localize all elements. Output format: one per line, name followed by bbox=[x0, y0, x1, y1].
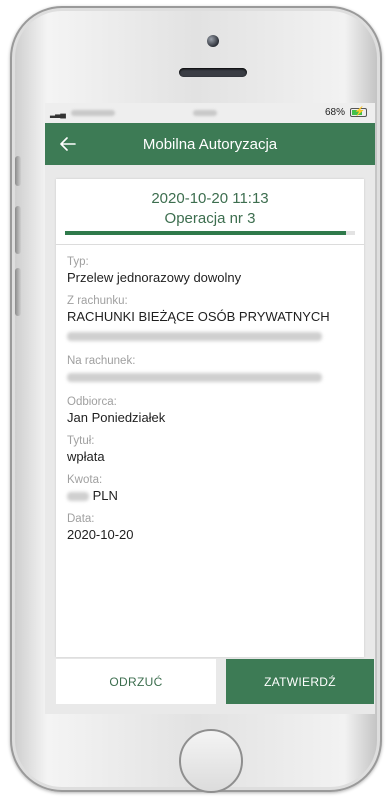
volume-down-button bbox=[15, 268, 21, 316]
volume-up-button bbox=[15, 206, 21, 254]
home-button[interactable] bbox=[179, 729, 243, 793]
operation-details: Typ: Przelew jednorazowy dowolny Z rachu… bbox=[56, 245, 364, 543]
title-label: Tytuł: bbox=[67, 435, 95, 447]
status-bar: ▂▃▄ 68% ⚡ bbox=[45, 103, 375, 123]
operation-header: 2020-10-20 11:13 Operacja nr 3 bbox=[56, 179, 364, 245]
to-account-label: Na rachunek: bbox=[67, 355, 136, 367]
earpiece-speaker bbox=[179, 68, 247, 77]
date-label: Data: bbox=[67, 513, 95, 525]
battery-percentage: 68% bbox=[324, 107, 345, 118]
operation-number: Operacja nr 3 bbox=[164, 210, 256, 227]
recipient-value: Jan Poniedziałek bbox=[67, 410, 166, 425]
from-account-number-masked bbox=[67, 327, 353, 344]
to-account-number-masked bbox=[67, 368, 353, 385]
authorization-card: 2020-10-20 11:13 Operacja nr 3 Typ: Prze… bbox=[56, 179, 364, 657]
recipient-label: Odbiorca: bbox=[67, 396, 117, 408]
operation-datetime: 2020-10-20 11:13 bbox=[151, 190, 269, 207]
amount-value: PLN bbox=[67, 487, 353, 504]
from-account-label: Z rachunku: bbox=[67, 295, 128, 307]
date-value: 2020-10-20 bbox=[67, 527, 134, 542]
amount-masked bbox=[67, 492, 89, 502]
amount-label: Kwota: bbox=[67, 474, 103, 486]
progress-fill bbox=[65, 231, 347, 235]
action-bar: ODRZUĆ ZATWIERDŹ bbox=[45, 659, 375, 704]
time-blurred bbox=[193, 110, 217, 116]
amount-currency: PLN bbox=[92, 488, 118, 503]
app-bar: Mobilna Autoryzacja bbox=[45, 123, 375, 165]
timeout-progress-bar bbox=[65, 231, 355, 235]
front-camera bbox=[207, 35, 219, 47]
back-arrow-icon[interactable] bbox=[55, 131, 81, 157]
type-value: Przelew jednorazowy dowolny bbox=[67, 270, 242, 285]
confirm-button[interactable]: ZATWIERDŹ bbox=[226, 659, 374, 704]
page-title: Mobilna Autoryzacja bbox=[142, 135, 278, 153]
mute-switch bbox=[15, 156, 21, 186]
reject-button[interactable]: ODRZUĆ bbox=[56, 659, 216, 704]
signal-icon: ▂▃▄ bbox=[50, 109, 66, 118]
title-value: wpłata bbox=[67, 449, 105, 464]
carrier-name-blurred bbox=[71, 110, 115, 116]
from-account-name: RACHUNKI BIEŻĄCE OSÓB PRYWATNYCH bbox=[67, 309, 330, 324]
battery-icon: ⚡ bbox=[350, 106, 367, 117]
phone-screen: ▂▃▄ 68% ⚡ Mobilna Autoryzacja 2020-10-20… bbox=[45, 103, 375, 714]
phone-frame: ▂▃▄ 68% ⚡ Mobilna Autoryzacja 2020-10-20… bbox=[10, 6, 382, 793]
type-label: Typ: bbox=[67, 256, 89, 268]
